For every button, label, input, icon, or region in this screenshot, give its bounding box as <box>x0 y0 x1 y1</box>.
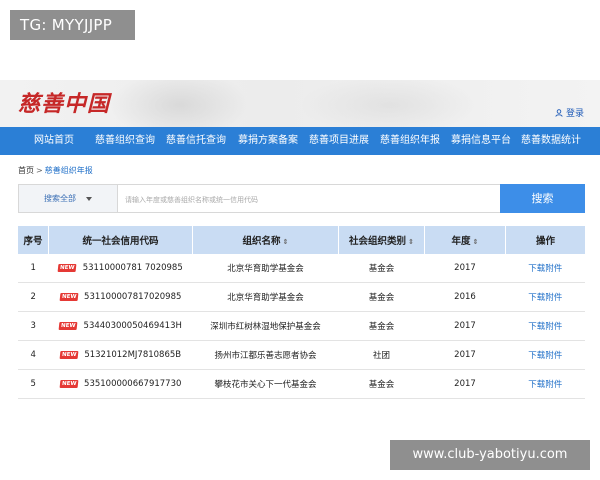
breadcrumb: 首页 > 慈善组织年报 <box>18 165 93 176</box>
header-ink-decoration <box>300 80 480 127</box>
org-name: 深圳市红树林湿地保护基金会 <box>192 311 339 341</box>
nav-item-annual-report[interactable]: 慈善组织年报 <box>374 127 446 155</box>
breadcrumb-current[interactable]: 慈善组织年报 <box>45 166 93 175</box>
credit-code: 51321012MJ7810865B <box>84 349 182 360</box>
download-attachment-link[interactable]: 下载附件 <box>528 264 562 274</box>
login-label: 登录 <box>565 109 584 119</box>
new-badge: NEW <box>59 292 79 301</box>
org-name: 攀枝花市关心下一代基金会 <box>192 369 339 399</box>
nav-item-org-query[interactable]: 慈善组织查询 <box>90 127 160 155</box>
report-year: 2017 <box>424 340 506 370</box>
new-badge: NEW <box>57 263 78 272</box>
report-year: 2016 <box>424 282 506 312</box>
download-attachment-link[interactable]: 下载附件 <box>528 380 562 390</box>
report-year: 2017 <box>424 254 506 283</box>
col-header-action: 操作 <box>505 226 585 254</box>
sort-icon[interactable]: ⇕ <box>283 238 289 246</box>
credit-code-cell: NEW 535100000667917730 <box>48 369 193 399</box>
new-badge: NEW <box>59 350 79 359</box>
download-attachment-link[interactable]: 下载附件 <box>528 322 562 332</box>
new-badge: NEW <box>59 379 79 388</box>
chevron-down-icon <box>86 196 92 201</box>
nav-item-fundraising-filing[interactable]: 募捐方案备案 <box>232 127 304 155</box>
breadcrumb-separator: > <box>36 166 43 175</box>
org-category: 基金会 <box>338 282 425 312</box>
download-attachment-link[interactable]: 下载附件 <box>528 293 562 303</box>
table-row: 5 NEW 535100000667917730 攀枝花市关心下一代基金会 基金会… <box>18 369 585 399</box>
credit-code: 535100000667917730 <box>84 378 182 389</box>
sort-icon[interactable]: ⇕ <box>473 238 479 246</box>
org-name: 扬州市江都乐善志愿者协会 <box>192 340 339 370</box>
row-number: 5 <box>18 369 49 399</box>
main-nav: 网站首页 慈善组织查询 慈善信托查询 募捐方案备案 慈善项目进展 慈善组织年报 … <box>0 127 600 155</box>
credit-code-cell: NEW 531100007817020985 <box>48 282 193 312</box>
nav-item-statistics[interactable]: 慈善数据统计 <box>516 127 586 155</box>
search-scope-label: 搜索全部 <box>44 194 76 203</box>
user-icon <box>555 108 563 117</box>
org-name: 北京华育助学基金会 <box>192 282 339 312</box>
download-attachment-link[interactable]: 下载附件 <box>528 351 562 361</box>
credit-code: 53110000781 7020985 <box>82 262 183 273</box>
search-scope-select[interactable]: 搜索全部 <box>19 185 118 212</box>
org-category: 基金会 <box>338 369 425 399</box>
login-link[interactable]: 登录 <box>555 106 584 119</box>
report-year: 2017 <box>424 369 506 399</box>
breadcrumb-home[interactable]: 首页 <box>18 166 34 175</box>
site-logo[interactable]: 慈善中国 <box>18 86 110 118</box>
row-number: 1 <box>18 254 49 283</box>
table-row: 4 NEW 51321012MJ7810865B 扬州市江都乐善志愿者协会 社团 … <box>18 340 585 370</box>
header-ink-decoration <box>110 80 250 127</box>
table-row: 3 NEW 53440300050469413H 深圳市红树林湿地保护基金会 基金… <box>18 311 585 341</box>
nav-item-fundraising-platform[interactable]: 募捐信息平台 <box>446 127 516 155</box>
credit-code-cell: NEW 53440300050469413H <box>48 311 193 341</box>
sort-icon[interactable]: ⇕ <box>408 238 414 246</box>
col-header-no: 序号 <box>18 226 49 254</box>
col-header-credit-code: 统一社会信用代码 <box>48 226 193 254</box>
credit-code: 53440300050469413H <box>83 320 182 331</box>
org-name: 北京华育助学基金会 <box>192 254 339 283</box>
search-button[interactable]: 搜索 <box>500 184 585 213</box>
org-category: 社团 <box>338 340 425 370</box>
credit-code: 531100007817020985 <box>84 291 182 302</box>
website-watermark: www.club-yabotiyu.com <box>390 440 590 470</box>
row-number: 4 <box>18 340 49 370</box>
search-input[interactable] <box>123 185 497 214</box>
row-number: 3 <box>18 311 49 341</box>
col-header-org-name[interactable]: 组织名称 ⇕ <box>192 226 339 254</box>
org-category: 基金会 <box>338 311 425 341</box>
row-number: 2 <box>18 282 49 312</box>
telegram-overlay-label: TG: MYYJJPP <box>10 10 135 40</box>
table-row: 1 NEW 53110000781 7020985 北京华育助学基金会 基金会 2… <box>18 254 585 283</box>
table-header-row: 序号 统一社会信用代码 组织名称 ⇕ 社会组织类别 ⇕ 年度 ⇕ 操作 <box>18 226 585 254</box>
org-category: 基金会 <box>338 254 425 283</box>
search-bar: 搜索全部 搜索 <box>18 184 585 214</box>
nav-item-home[interactable]: 网站首页 <box>18 127 90 155</box>
col-header-category[interactable]: 社会组织类别 ⇕ <box>338 226 425 254</box>
nav-item-trust-query[interactable]: 慈善信托查询 <box>160 127 232 155</box>
table-row: 2 NEW 531100007817020985 北京华育助学基金会 基金会 20… <box>18 282 585 312</box>
col-header-year[interactable]: 年度 ⇕ <box>424 226 506 254</box>
annual-report-table: 序号 统一社会信用代码 组织名称 ⇕ 社会组织类别 ⇕ 年度 ⇕ 操作 1 NEW 53… <box>18 226 585 399</box>
credit-code-cell: NEW 53110000781 7020985 <box>48 254 193 283</box>
credit-code-cell: NEW 51321012MJ7810865B <box>48 340 193 370</box>
report-year: 2017 <box>424 311 506 341</box>
nav-item-project-progress[interactable]: 慈善项目进展 <box>304 127 374 155</box>
new-badge: NEW <box>58 321 78 330</box>
